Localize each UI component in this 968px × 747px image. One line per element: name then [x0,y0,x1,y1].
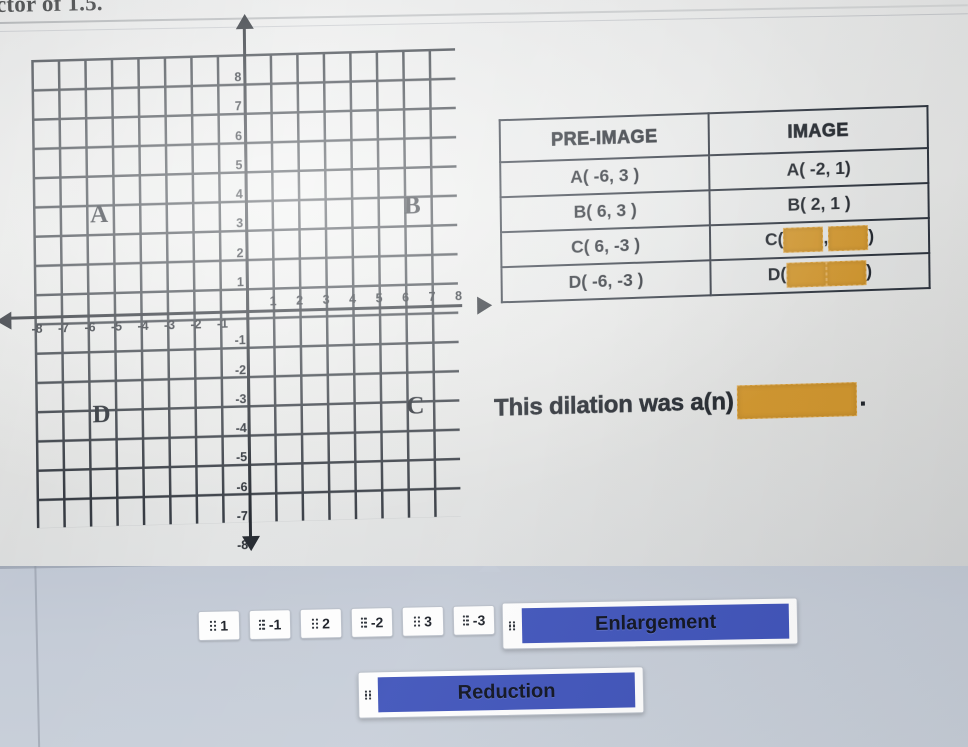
paper-edge-line-secondary [0,13,968,32]
number-tile-group: 1 -1 2 -2 3 -3 [197,604,496,642]
drag-handle-icon[interactable] [364,690,372,701]
y-tick-7: 7 [234,99,242,114]
y-tick--6: -6 [236,479,248,494]
y-tick-2: 2 [236,245,244,260]
x-tick--3: -3 [163,318,176,333]
x-tick-5: 5 [375,291,383,306]
answer-tile-number-3[interactable]: -2 [350,607,394,638]
x-tick-1: 1 [269,294,277,309]
cut-off-heading: ctor of 1.5. [0,0,103,18]
answer-tile-enlargement[interactable]: Enlargement [501,597,799,650]
preimage-image-table-container: PRE-IMAGE IMAGE A( -6, 3 ) A( -2, 1) B( 6,… [498,105,942,362]
table-body: A( -6, 3 ) A( -2, 1) B( 6, 3 ) B( 2, 1 ) C( … [500,148,930,303]
y-axis-tick-labels: 8 7 6 5 4 3 2 1 -1 -2 -3 -4 -5 -6 -7 -8 [21,34,473,552]
y-tick--5: -5 [235,450,248,465]
x-tick-4: 4 [349,292,357,307]
sentence-suffix: . [859,384,867,412]
x-tick-3: 3 [322,292,330,307]
drag-handle-icon[interactable] [209,620,217,631]
panel-left-rule [33,566,40,747]
y-tick--3: -3 [235,391,247,407]
y-tick-1: 1 [236,274,244,290]
answer-tile-enlargement-label: Enlargement [521,603,790,644]
drag-handle-icon[interactable] [413,616,421,627]
panel-caret-icon [478,566,502,572]
answer-tile-reduction-label: Reduction [377,672,636,713]
answer-tile-number-5[interactable]: -3 [452,604,496,636]
worksheet-photo-area: ctor of 1.5. -8 -7 -6 -5 -4 -3 -2 -1 1 2 3 4 5 6 7 8 8 7… [0,0,968,566]
y-tick--2: -2 [234,362,247,377]
answer-tile-number-label: 3 [424,613,433,630]
x-tick--8: -8 [31,321,43,337]
graph-point-label-C: C [406,391,425,420]
drag-handle-icon[interactable] [508,620,516,631]
answer-tile-number-label: -2 [370,614,384,631]
answer-tile-number-label: -3 [472,612,486,629]
x-tick--6: -6 [84,320,96,335]
preimage-image-table: PRE-IMAGE IMAGE A( -6, 3 ) A( -2, 1) B( 6,… [498,105,931,304]
x-tick-8: 8 [454,289,463,304]
graph-point-label-D: D [92,400,111,429]
table-header-image: IMAGE [708,106,928,156]
coordinate-y-blank[interactable] [826,260,867,287]
dilation-sentence: This dilation was a(n). [494,382,866,426]
cell-image-prefix: C( [764,229,784,250]
x-axis-tick-labels: -8 -7 -6 -5 -4 -3 -2 -1 1 2 3 4 5 6 7 8 [21,34,473,336]
y-tick--8: -8 [237,538,249,553]
x-tick--4: -4 [137,318,149,334]
answer-tile-number-4[interactable]: 3 [401,605,445,637]
graph-point-label-B: B [403,192,421,220]
y-tick-4: 4 [235,187,243,202]
answer-tile-number-label: -1 [268,616,282,633]
drag-handle-icon[interactable] [462,615,469,626]
x-tick-6: 6 [402,290,410,305]
coordinate-x-blank[interactable] [783,226,824,253]
cell-image-suffix: ) [868,226,875,247]
x-tick-7: 7 [428,289,436,305]
answer-tile-number-2[interactable]: 2 [299,608,343,639]
y-tick-3: 3 [236,216,244,231]
y-axis-up-arrow [235,13,254,30]
y-tick-5: 5 [235,157,243,173]
y-tick-8: 8 [234,70,242,85]
x-axis-left-arrow [0,311,12,331]
coordinate-y-blank[interactable] [828,225,869,252]
x-axis-right-arrow [477,296,493,315]
coordinate-x-blank[interactable] [786,261,827,288]
paper-edge-line [0,4,968,24]
x-tick--2: -2 [190,317,202,332]
drag-handle-icon[interactable] [258,619,265,630]
cell-pre-image: D( -6, -3 ) [501,260,711,303]
cell-image: D() [710,253,930,296]
y-tick-6: 6 [235,128,243,143]
answer-tile-number-1[interactable]: -1 [248,609,292,641]
y-tick--4: -4 [235,421,247,436]
coordinate-plane: -8 -7 -6 -5 -4 -3 -2 -1 1 2 3 4 5 6 7 8 8 7 6 5 4 3 2 1 -1 -2 -3-… [0,13,493,552]
dilation-type-blank[interactable] [736,382,857,420]
y-tick--7: -7 [236,508,248,524]
x-tick--1: -1 [216,316,229,331]
cell-image-suffix: ) [866,261,873,282]
cell-image-prefix: D( [767,263,787,285]
x-tick--5: -5 [110,319,123,334]
x-tick--7: -7 [57,321,70,336]
answer-tile-reduction[interactable]: Reduction [357,666,645,719]
y-tick--1: -1 [234,333,246,348]
answer-bank-panel: 1 -1 2 -2 3 -3 Enlargement Reduction [0,566,968,747]
plotted-point-labels: A B C D [21,34,473,428]
sentence-prefix: This dilation was a(n) [493,387,734,422]
x-tick-2: 2 [296,293,304,308]
answer-tile-number-label: 1 [220,617,229,634]
answer-tile-number-label: 2 [322,615,331,632]
drag-handle-icon[interactable] [311,618,319,629]
answer-tile-number-0[interactable]: 1 [197,610,241,642]
table-header-pre-image: PRE-IMAGE [499,113,709,163]
drag-handle-icon[interactable] [360,617,367,628]
graph-point-label-A: A [89,201,109,229]
